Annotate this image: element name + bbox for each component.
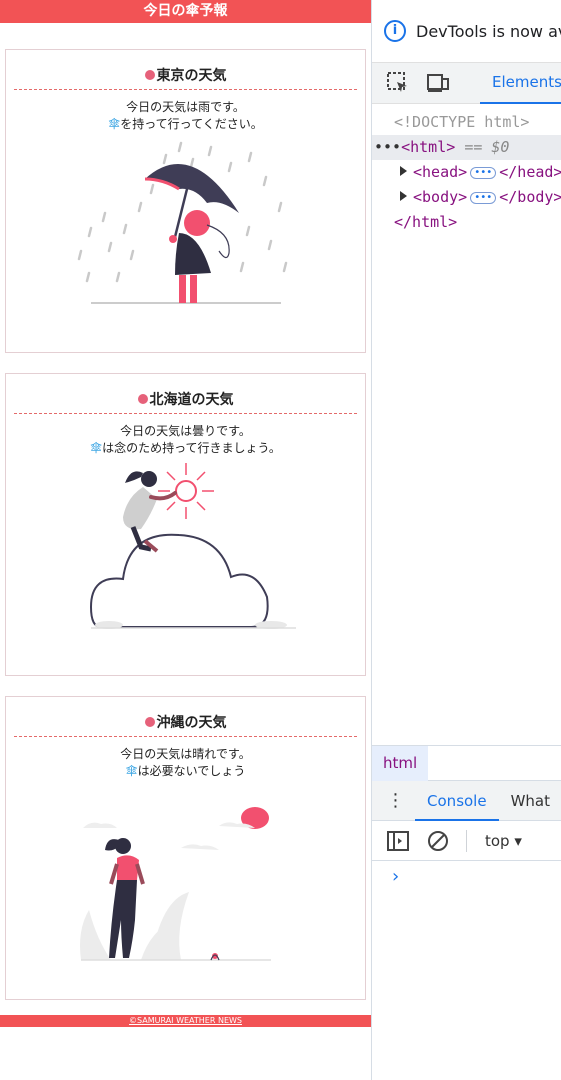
devtools-panel: i DevTools is now av Elements <!DOCTYPE … <box>371 0 561 1080</box>
site-footer[interactable]: ©SAMURAI WEATHER NEWS <box>0 1015 371 1027</box>
rain-umbrella-illustration <box>77 141 287 304</box>
card-title: 北海道の天気 <box>14 389 357 414</box>
card-message: 今日の天気は雨です。 傘を持って行ってください。 <box>6 99 365 133</box>
head-open-tag: <head> <box>413 163 468 181</box>
card-message: 今日の天気は晴れです。 傘は必要ないでしょう <box>6 746 365 780</box>
sidebar-toggle-icon[interactable] <box>386 829 410 853</box>
sunny-walk-illustration <box>79 807 271 961</box>
umbrella-glyph: 傘 <box>90 441 103 455</box>
advice-line: を持って行ってください。 <box>120 117 263 131</box>
advice-line: は必要ないでしょう <box>137 764 246 778</box>
dom-line-doctype[interactable]: <!DOCTYPE html> <box>372 110 561 135</box>
cloud-sun-illustration <box>89 463 296 629</box>
dom-line-html-close[interactable]: </html> <box>372 210 561 235</box>
clear-console-icon[interactable] <box>426 829 450 853</box>
context-label: top <box>485 831 510 850</box>
expand-arrow-icon[interactable] <box>400 191 407 201</box>
device-toolbar-icon[interactable] <box>426 71 450 95</box>
weather-card-okinawa: 沖縄の天気 今日の天気は晴れです。 傘は必要ないでしょう <box>5 696 366 1000</box>
doctype-text: <!DOCTYPE html> <box>394 113 530 131</box>
tab-console[interactable]: Console <box>415 781 499 821</box>
advice-line: は念のため持って行きましょう。 <box>102 441 281 455</box>
card-title-text: 沖縄の天気 <box>156 715 227 731</box>
console-toolbar: top ▾ <box>372 821 561 861</box>
info-icon: i <box>384 20 406 42</box>
body-close-tag: </body> <box>499 188 561 206</box>
dom-tree: <!DOCTYPE html> •••<html> == $0 <head> ••… <box>372 104 561 235</box>
devtools-banner: i DevTools is now av <box>372 0 561 62</box>
console-prompt[interactable]: › <box>390 866 401 887</box>
ellipsis-icon[interactable]: ••• <box>470 192 497 204</box>
title-dot-icon <box>144 70 155 80</box>
html-close-tag: </html> <box>394 213 458 231</box>
ellipsis-icon[interactable]: ••• <box>470 167 497 179</box>
umbrella-glyph: 傘 <box>125 764 138 778</box>
weather-line: 今日の天気は曇りです。 <box>120 424 251 438</box>
inspect-element-icon[interactable] <box>386 71 410 95</box>
card-title-text: 東京の天気 <box>156 68 227 84</box>
kebab-menu-icon[interactable]: ⋮ <box>386 791 405 810</box>
card-title: 沖縄の天気 <box>14 712 357 737</box>
selected-marker: == $0 <box>464 138 510 156</box>
more-options-icon[interactable]: ••• <box>374 138 401 156</box>
title-dot-icon <box>137 394 148 404</box>
weather-line: 今日の天気は晴れです。 <box>120 747 251 761</box>
head-close-tag: </head> <box>499 163 561 181</box>
web-page: 今日の傘予報 東京の天気 今日の天気は雨です。 傘を持って行ってください。 北海… <box>0 0 371 1080</box>
html-open-tag: <html> <box>401 138 456 156</box>
weather-card-hokkaido: 北海道の天気 今日の天気は曇りです。 傘は念のため持って行きましょう。 <box>5 373 366 676</box>
devtools-toolbar: Elements <box>372 62 561 104</box>
card-title: 東京の天気 <box>14 65 357 90</box>
title-dot-icon <box>144 717 155 727</box>
card-title-text: 北海道の天気 <box>149 392 234 408</box>
banner-text: DevTools is now av <box>416 21 561 41</box>
drawer-tabs: ⋮ Console What <box>372 781 561 821</box>
dom-line-head[interactable]: <head> ••• </head> <box>372 160 561 185</box>
dom-line-html[interactable]: •••<html> == $0 <box>372 135 561 160</box>
breadcrumb: html <box>372 745 561 781</box>
site-header: 今日の傘予報 <box>0 0 371 23</box>
dom-line-body[interactable]: <body> ••• </body> <box>372 185 561 210</box>
card-message: 今日の天気は曇りです。 傘は念のため持って行きましょう。 <box>6 423 365 457</box>
breadcrumb-html[interactable]: html <box>372 746 429 781</box>
context-selector[interactable]: top ▾ <box>485 832 522 850</box>
tab-elements[interactable]: Elements <box>480 62 561 104</box>
expand-arrow-icon[interactable] <box>400 166 407 176</box>
body-open-tag: <body> <box>413 188 468 206</box>
toolbar-separator <box>466 829 467 852</box>
weather-line: 今日の天気は雨です。 <box>126 100 245 114</box>
umbrella-glyph: 傘 <box>108 117 121 131</box>
tab-whats-new[interactable]: What <box>499 792 561 810</box>
weather-card-tokyo: 東京の天気 今日の天気は雨です。 傘を持って行ってください。 <box>5 49 366 353</box>
